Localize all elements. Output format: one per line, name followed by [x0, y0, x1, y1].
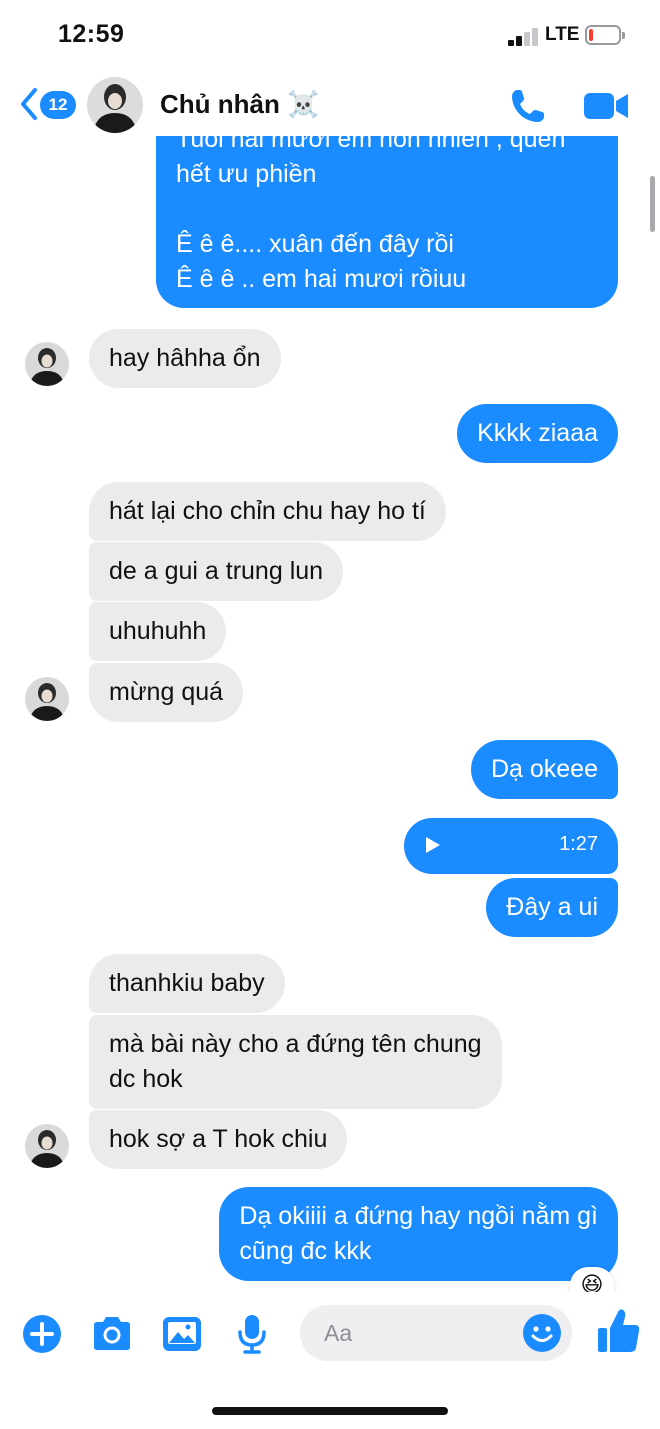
message-text: hết ưu phiền [176, 160, 317, 188]
message-text: cũng đc kkk [239, 1237, 372, 1265]
contact-avatar[interactable] [25, 342, 69, 386]
contact-avatar[interactable] [25, 677, 69, 721]
message-bubble-outgoing[interactable]: Dạ okeee [470, 740, 618, 799]
contact-name[interactable]: Chủ nhân ☠️ [160, 89, 319, 120]
message-input[interactable]: Aa [300, 1305, 572, 1361]
message-text: thanhkiu baby [109, 969, 265, 997]
message-bubble-incoming[interactable]: thanhkiu baby [89, 954, 285, 1013]
message-bubble-outgoing[interactable]: Dạ okiiii a đứng hay ngồi nằm gì cũng đc… [219, 1187, 618, 1281]
conversation-header: 12 Chủ nhân ☠️ [0, 72, 660, 136]
message-composer: Aa [0, 1292, 660, 1376]
message-bubble-incoming[interactable]: hát lại cho chỉn chu hay ho tí [89, 482, 446, 541]
contact-avatar[interactable] [87, 77, 143, 133]
message-text: hát lại cho chỉn chu hay ho tí [109, 497, 426, 525]
audio-duration: 1:27 [559, 833, 598, 855]
message-bubble-incoming[interactable]: de a gui a trung lun [89, 542, 344, 601]
message-text: Dạ okeee [490, 755, 598, 783]
message-text: Dạ okiiii a đứng hay ngồi nằm gì [239, 1202, 598, 1230]
message-text: Kkkk ziaaa [477, 419, 598, 447]
camera-icon[interactable] [90, 1312, 134, 1356]
message-text: dc hok [109, 1065, 183, 1093]
message-text: uhuhuhh [109, 617, 207, 645]
message-text: Ê ê ê .. em hai mươi rồiuu [176, 265, 467, 293]
message-bubble-incoming[interactable]: mừng quá [89, 663, 244, 722]
message-text: Đây a ui [506, 893, 598, 921]
status-time: 12:59 [58, 20, 125, 48]
message-reaction[interactable]: 😆 [570, 1267, 614, 1292]
message-text: de a gui a trung lun [109, 557, 324, 585]
phone-icon[interactable] [508, 86, 548, 126]
network-type: LTE [545, 24, 580, 45]
message-bubble-outgoing[interactable]: Tuổi hai mươi em hồn nhiên , quên hết ưu… [156, 136, 618, 308]
back-button[interactable]: 12 [18, 84, 78, 124]
microphone-icon[interactable] [230, 1312, 274, 1356]
image-icon[interactable] [160, 1312, 204, 1356]
battery-level [589, 29, 593, 41]
message-text: hok sợ a T hok chiu [109, 1125, 328, 1153]
scrollbar-thumb[interactable] [650, 176, 655, 232]
message-text: Tuổi hai mươi em hồn nhiên , quên [176, 136, 566, 153]
battery-icon [585, 25, 625, 45]
contact-avatar[interactable] [25, 1124, 69, 1168]
message-bubble-outgoing[interactable]: Kkkk ziaaa [457, 404, 618, 463]
message-bubble-incoming[interactable]: uhuhuhh [89, 602, 227, 661]
thumbs-up-icon[interactable] [596, 1306, 642, 1356]
message-bubble-incoming[interactable]: hay hâhha ổn [89, 329, 281, 388]
chevron-left-icon [21, 88, 37, 120]
message-text: mà bài này cho a đứng tên chung [109, 1030, 482, 1058]
play-icon[interactable] [424, 835, 442, 855]
emoji-icon[interactable] [521, 1312, 563, 1354]
message-text: hay hâhha ổn [109, 344, 261, 372]
message-list[interactable]: Tuổi hai mươi em hồn nhiên , quên hết ưu… [0, 136, 660, 1292]
unread-count-badge: 12 [40, 91, 76, 119]
home-indicator[interactable] [212, 1407, 448, 1415]
message-bubble-outgoing[interactable]: Đây a ui [486, 878, 618, 937]
video-camera-icon[interactable] [584, 89, 630, 123]
plus-icon[interactable] [20, 1312, 64, 1356]
audio-message[interactable]: 1:27 [404, 818, 618, 874]
signal-strength-icon [508, 26, 540, 46]
message-bubble-incoming[interactable]: mà bài này cho a đứng tên chung dc hok [89, 1015, 502, 1109]
status-bar: 12:59 LTE [0, 0, 660, 72]
message-text: mừng quá [109, 678, 224, 706]
message-bubble-incoming[interactable]: hok sợ a T hok chiu [89, 1110, 348, 1169]
message-text: Ê ê ê.... xuân đến đây rồi [176, 230, 454, 258]
message-input-placeholder: Aa [324, 1320, 353, 1346]
